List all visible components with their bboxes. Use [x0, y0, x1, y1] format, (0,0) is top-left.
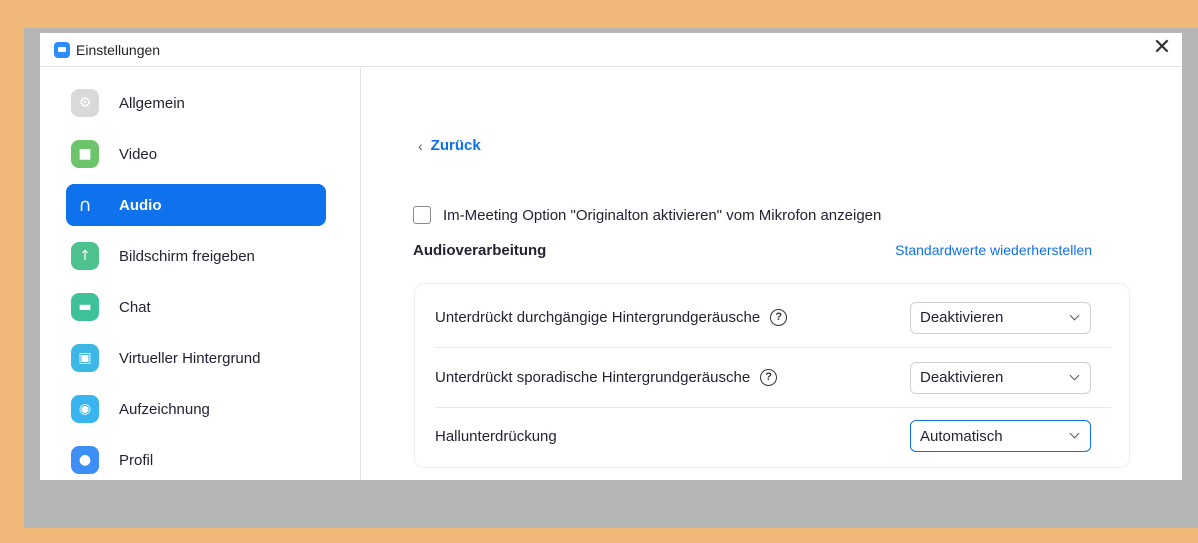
headphones-icon: ∩	[78, 194, 92, 216]
help-icon[interactable]: ?	[760, 369, 778, 386]
select-value: Automatisch	[920, 427, 1003, 445]
sidebar-item-allgemein[interactable]: ⚙ Allgemein	[66, 82, 326, 124]
sidebar-item-label: Chat	[119, 298, 151, 316]
settings-sidebar: ⚙ Allgemein ■ Video ∩ Audio ↑ Bildschirm…	[40, 68, 361, 480]
setting-row-echo-cancellation: Hallunterdrückung Automatisch	[435, 406, 1111, 466]
sidebar-item-bildschirm-freigeben[interactable]: ↑ Bildschirm freigeben	[66, 235, 326, 277]
chevron-down-icon	[1069, 310, 1080, 320]
section-title: Audioverarbeitung	[413, 242, 547, 259]
select-value: Deaktivieren	[920, 309, 1004, 326]
setting-row-persistent-noise: Unterdrückt durchgängige Hintergrundgerä…	[435, 288, 1111, 348]
select-value: Deaktivieren	[920, 369, 1004, 386]
restore-defaults-link[interactable]: Standardwerte wiederherstellen	[895, 242, 1092, 258]
sidebar-item-label: Virtueller Hintergrund	[119, 349, 261, 367]
setting-row-intermittent-noise: Unterdrückt sporadische Hintergrundgeräu…	[435, 348, 1111, 408]
share-screen-icon: ↑	[71, 242, 99, 270]
setting-label: Hallunterdrückung	[435, 427, 557, 445]
chevron-down-icon	[1069, 428, 1080, 439]
intermittent-noise-select[interactable]: Deaktivieren	[910, 361, 1091, 394]
sidebar-item-chat[interactable]: ▬ Chat	[66, 286, 326, 328]
echo-cancellation-select[interactable]: Automatisch	[910, 420, 1091, 452]
sidebar-item-label: Video	[119, 145, 158, 163]
sidebar-item-label: Aufzeichnung	[119, 400, 210, 418]
back-link[interactable]: ‹ Zurück	[418, 137, 481, 154]
help-icon[interactable]: ?	[770, 309, 788, 326]
audio-settings-panel: ‹ Zurück Im-Meeting Option "Originalton …	[362, 68, 1182, 480]
chevron-left-icon: ‹	[418, 137, 423, 154]
original-sound-checkbox[interactable]	[413, 206, 431, 224]
zoom-app-icon	[54, 41, 70, 58]
gear-icon: ⚙	[71, 89, 99, 117]
title-bar: Einstellungen ✕	[40, 33, 1182, 67]
sidebar-item-audio[interactable]: ∩ Audio	[66, 184, 326, 226]
chevron-down-icon	[1069, 370, 1080, 380]
setting-label: Unterdrückt sporadische Hintergrundgeräu…	[435, 369, 751, 386]
sidebar-item-virtueller-hintergrund[interactable]: ▣ Virtueller Hintergrund	[66, 337, 326, 379]
sidebar-item-label: Profil	[119, 451, 154, 469]
settings-window: Einstellungen ✕ ⚙ Allgemein ■ Video ∩ Au…	[40, 33, 1182, 480]
virtual-background-icon: ▣	[71, 344, 99, 372]
chat-icon: ▬	[71, 293, 99, 321]
original-sound-label: Im-Meeting Option "Originalton aktiviere…	[443, 206, 882, 224]
sidebar-item-label: Audio	[119, 196, 162, 214]
video-camera-icon: ■	[71, 140, 99, 168]
sidebar-item-aufzeichnung[interactable]: ◉ Aufzeichnung	[66, 388, 326, 430]
profile-icon: ●	[71, 446, 99, 474]
sidebar-item-label: Bildschirm freigeben	[119, 247, 255, 265]
close-icon[interactable]: ✕	[1150, 37, 1174, 61]
audio-processing-card: Unterdrückt durchgängige Hintergrundgerä…	[414, 283, 1130, 468]
persistent-noise-select[interactable]: Deaktivieren	[910, 301, 1091, 334]
window-title: Einstellungen	[76, 41, 161, 58]
record-icon: ◉	[71, 395, 99, 423]
original-sound-option[interactable]: Im-Meeting Option "Originalton aktiviere…	[413, 206, 881, 224]
sidebar-item-label: Allgemein	[119, 94, 185, 112]
sidebar-item-video[interactable]: ■ Video	[66, 133, 326, 175]
back-label: Zurück	[430, 137, 481, 154]
setting-label: Unterdrückt durchgängige Hintergrundgerä…	[435, 309, 761, 326]
sidebar-item-profil[interactable]: ● Profil	[66, 439, 326, 480]
